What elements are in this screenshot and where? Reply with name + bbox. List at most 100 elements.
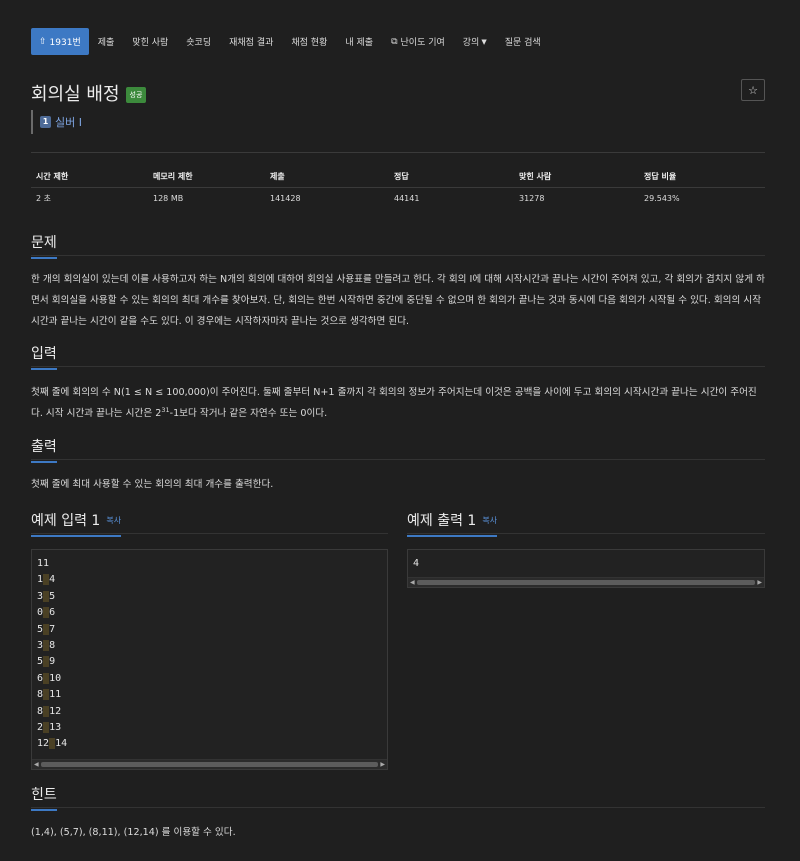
table-header-row: 시간 제한 메모리 제한 제출 정답 맞힌 사람 정답 비율 — [31, 166, 765, 188]
table-cell: 2 초 — [36, 194, 51, 203]
divider — [31, 459, 765, 460]
sample-output-box[interactable]: 4 ◀ ▶ — [407, 549, 765, 588]
tier-icon: 1 — [40, 116, 51, 128]
tab-rejudge-results[interactable]: 재채점 결과 — [220, 28, 282, 55]
code-token: 12 — [37, 738, 50, 750]
copy-sample-output-button[interactable]: 복사 — [482, 516, 497, 525]
tab-solved-users[interactable]: 맞힌 사람 — [123, 28, 177, 55]
section-heading: 문제 — [31, 232, 57, 259]
table-header: 메모리 제한 — [153, 172, 193, 181]
description-text: 한 개의 회의실이 있는데 이를 사용하고자 하는 N개의 회의에 대하여 회의… — [31, 274, 765, 327]
section-heading: 입력 — [31, 343, 57, 370]
code-line: 4 — [413, 558, 420, 569]
section-heading: 출력 — [31, 436, 57, 463]
tab-short-coding[interactable]: 숏코딩 — [177, 28, 220, 55]
tier-label[interactable]: 1 실버 I — [31, 110, 82, 134]
sample-output-code: 4 — [408, 550, 764, 572]
section-heading: 예제 출력 1 복사 — [407, 510, 498, 537]
table-cell: 128 MB — [153, 194, 184, 203]
copy-sample-input-button[interactable]: 복사 — [106, 516, 121, 525]
tab-label: 질문 검색 — [504, 38, 541, 48]
section-heading: 힌트 — [31, 784, 57, 811]
section-heading: 예제 입력 1 복사 — [31, 510, 122, 537]
favorite-button[interactable]: ☆ — [741, 79, 765, 101]
code-line: 8 12 — [37, 704, 387, 720]
table-cell: 31278 — [519, 194, 545, 203]
tab-submit[interactable]: 제출 — [89, 28, 124, 55]
horizontal-scrollbar[interactable]: ◀ ▶ — [32, 759, 387, 769]
input-text-part: -1보다 작거나 같은 자연수 또는 0이다. — [169, 408, 328, 419]
sample-input-box[interactable]: 11 1 43 50 65 73 85 96 10 8 11 8 12 2 13 12 1… — [31, 549, 388, 770]
tab-difficulty-contribution[interactable]: ⧉ 난이도 기여 — [382, 28, 454, 55]
tab-label: 재채점 결과 — [229, 38, 274, 48]
table-header: 맞힌 사람 — [519, 172, 552, 181]
problem-title-row: 회의실 배정 성공 — [31, 80, 147, 106]
code-token: 13 — [49, 721, 62, 733]
code-line: 2 13 — [37, 720, 387, 736]
code-line: 3 8 — [37, 638, 387, 654]
hint-text: (1,4), (5,7), (8,11), (12,14) 를 이용할 수 있다… — [31, 827, 236, 838]
scroll-right-icon[interactable]: ▶ — [757, 578, 762, 587]
code-line: 11 — [37, 556, 387, 572]
section-description: 문제 — [31, 232, 765, 259]
caret-down-icon: ▼ — [481, 37, 487, 46]
tab-my-submissions[interactable]: 내 제출 — [336, 28, 382, 55]
tab-label: 강의 — [462, 38, 480, 48]
tab-question-search[interactable]: 질문 검색 — [496, 28, 550, 55]
scrollbar-thumb[interactable] — [417, 580, 755, 585]
tab-label: 숏코딩 — [186, 38, 212, 48]
tier-text: 실버 I — [55, 116, 82, 129]
scrollbar-thumb[interactable] — [41, 762, 378, 767]
tab-label: 내 제출 — [345, 38, 374, 48]
code-line: 12 14 — [37, 736, 387, 752]
status-badge: 성공 — [125, 87, 147, 103]
code-token: 4 — [49, 574, 56, 586]
sample-input-code: 11 1 43 50 65 73 85 96 10 8 11 8 12 2 13 12 1… — [32, 550, 387, 753]
sample-output-title: 예제 출력 1 — [407, 513, 477, 529]
table-header: 제출 — [270, 172, 285, 181]
divider — [31, 807, 765, 808]
section-sample-input: 예제 입력 1 복사 — [31, 510, 388, 537]
external-link-icon: ⧉ — [391, 36, 398, 47]
code-token: 6 — [49, 607, 56, 619]
input-text: 첫째 줄에 회의의 수 N(1 ≤ N ≤ 100,000)이 주어진다. 둘째… — [31, 382, 765, 424]
input-text-part: 첫째 줄에 회의의 수 N(1 ≤ N ≤ 100,000)이 주어진다. 둘째… — [31, 387, 757, 419]
problem-stats-table: 시간 제한 메모리 제한 제출 정답 맞힌 사람 정답 비율 2 초 128 M… — [31, 166, 765, 209]
section-output: 출력 — [31, 436, 765, 463]
code-line: 1 4 — [37, 572, 387, 588]
upload-icon: ⇧ — [39, 36, 47, 47]
scroll-left-icon[interactable]: ◀ — [34, 760, 39, 769]
section-hint: 힌트 — [31, 784, 765, 811]
code-token: 11 — [37, 558, 50, 569]
code-token: 8 — [49, 639, 56, 651]
tab-problem-number[interactable]: ⇧ 1931번 — [31, 28, 89, 55]
table-cell: 44141 — [394, 194, 420, 203]
section-input: 입력 — [31, 343, 765, 370]
tab-label: 채점 현황 — [291, 38, 328, 48]
scroll-right-icon[interactable]: ▶ — [380, 760, 385, 769]
horizontal-scrollbar[interactable]: ◀ ▶ — [408, 577, 764, 587]
tab-lectures[interactable]: 강의 ▼ — [454, 28, 496, 55]
code-line: 3 5 — [37, 589, 387, 605]
tab-label: 난이도 기여 — [400, 38, 445, 48]
tab-judge-status[interactable]: 채점 현황 — [282, 28, 336, 55]
code-token: 10 — [49, 672, 62, 684]
code-line: 0 6 — [37, 605, 387, 621]
code-token: 9 — [49, 656, 56, 668]
code-token: 5 — [49, 590, 56, 602]
exponent: 31 — [161, 405, 170, 414]
section-sample-output: 예제 출력 1 복사 — [407, 510, 765, 537]
problem-nav-tabs: ⇧ 1931번 제출 맞힌 사람 숏코딩 재채점 결과 채점 현황 내 제출 ⧉… — [31, 28, 550, 55]
divider — [31, 255, 765, 256]
table-header: 정답 — [394, 172, 409, 181]
code-line: 5 9 — [37, 654, 387, 670]
table-cell: 29.543% — [644, 194, 680, 203]
code-line: 5 7 — [37, 622, 387, 638]
code-line: 6 10 — [37, 671, 387, 687]
scroll-left-icon[interactable]: ◀ — [410, 578, 415, 587]
tab-label: 1931번 — [49, 38, 81, 48]
table-row: 2 초 128 MB 141428 44141 31278 29.543% — [31, 188, 765, 209]
sample-input-title: 예제 입력 1 — [31, 513, 101, 529]
code-token: 12 — [49, 705, 62, 717]
table-header: 시간 제한 — [36, 172, 69, 181]
